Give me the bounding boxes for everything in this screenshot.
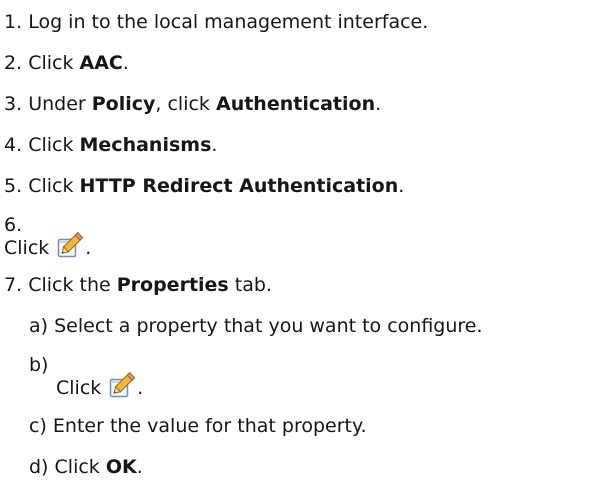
substep-letter: d) <box>29 456 49 478</box>
step-text: . <box>211 134 218 156</box>
substep-letter: b) <box>29 354 49 376</box>
step-bold-text: Mechanisms <box>79 134 212 156</box>
step-text: . <box>85 237 92 259</box>
step-3: 3. Under Policy, click Authentication. <box>4 92 381 116</box>
step-number: 4. <box>4 134 23 156</box>
step-text: Click <box>28 52 80 74</box>
step-number: 7. <box>4 274 23 296</box>
edit-pencil-icon <box>55 232 84 260</box>
substep-text: Enter the value for that property. <box>52 415 367 437</box>
step-5: 5. Click HTTP Redirect Authentication. <box>4 174 404 198</box>
step-bold-text: Policy <box>91 93 156 115</box>
step-text: Under <box>28 93 92 115</box>
step-bold-text: HTTP Redirect Authentication <box>79 175 399 197</box>
substep-text: Click <box>56 377 102 399</box>
substep-text: . <box>137 377 144 399</box>
step-number: 3. <box>4 93 23 115</box>
step-bold-text: Properties <box>116 274 229 296</box>
step-text: tab. <box>228 274 272 296</box>
step-bold-text: AAC <box>79 52 123 74</box>
substep-letter: c) <box>29 415 47 437</box>
substep-text: Select a property that you want to confi… <box>54 315 483 337</box>
step-text: Click <box>28 175 80 197</box>
step-text: Click the <box>28 274 117 296</box>
substep-d: d) Click OK. <box>29 455 143 479</box>
substep-c: c) Enter the value for that property. <box>29 414 367 438</box>
substep-text: . <box>136 456 143 478</box>
step-text: . <box>375 93 382 115</box>
step-1: 1. Log in to the local management interf… <box>4 10 428 34</box>
step-text: . <box>398 175 405 197</box>
edit-pencil-icon <box>107 372 136 400</box>
substep-a: a) Select a property that you want to co… <box>29 314 483 338</box>
step-number: 1. <box>4 11 23 33</box>
step-text: Log in to the local management interface… <box>28 11 429 33</box>
substep-text: Click <box>54 456 106 478</box>
step-text: Click <box>4 237 50 259</box>
step-text: . <box>122 52 129 74</box>
step-6-action: Click . <box>4 232 91 260</box>
step-text: Click <box>28 134 80 156</box>
step-2: 2. Click AAC. <box>4 51 129 75</box>
substep-bold-text: OK <box>105 456 137 478</box>
substep-b-action: Click . <box>56 372 143 400</box>
step-number: 2. <box>4 52 23 74</box>
step-bold-text: Authentication <box>215 93 376 115</box>
step-4: 4. Click Mechanisms. <box>4 133 217 157</box>
step-text: , click <box>155 93 216 115</box>
step-number: 5. <box>4 175 23 197</box>
substep-letter: a) <box>29 315 49 337</box>
step-7: 7. Click the Properties tab. <box>4 273 272 297</box>
